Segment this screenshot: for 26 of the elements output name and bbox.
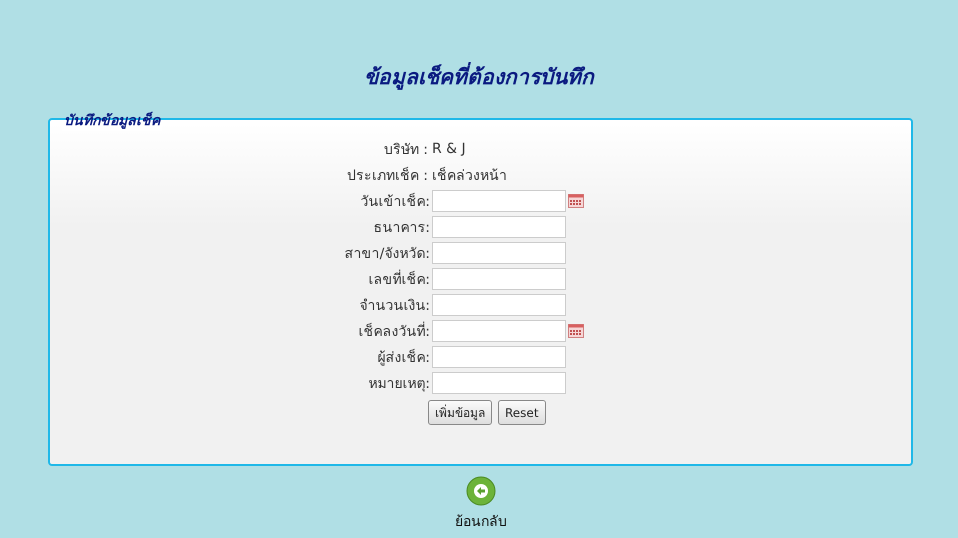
- field-label: สาขา/จังหวัด:: [344, 245, 431, 264]
- field-label: เลขที่เช็ค:: [50, 268, 432, 290]
- info-value: เช็คล่วงหน้า: [432, 166, 508, 186]
- info-value: R & J: [432, 141, 467, 157]
- field-label: เช็คลงวันที่:: [50, 320, 432, 342]
- add-button[interactable]: เพิ่มข้อมูล: [428, 400, 492, 425]
- info-label: บริษัท :: [382, 141, 429, 160]
- field-label: ผู้ส่งเช็ค:: [376, 348, 431, 368]
- info-label: ประเภทเช็ค :: [346, 166, 429, 186]
- calendar-icon[interactable]: [568, 324, 584, 338]
- page-title: ข้อมูลเช็คที่ต้องการบันทึก: [0, 0, 958, 94]
- input-field[interactable]: [432, 372, 566, 394]
- back-link[interactable]: ย้อนกลับ: [455, 510, 507, 532]
- input-field[interactable]: [432, 242, 566, 264]
- field-label: จำนวนเงิน:: [358, 297, 431, 316]
- input-field[interactable]: [432, 320, 566, 342]
- calendar-icon[interactable]: [568, 194, 584, 208]
- input-field[interactable]: [432, 216, 566, 238]
- input-field[interactable]: [432, 346, 566, 368]
- field-label: ธนาคาร:: [372, 219, 431, 238]
- field-label: หมายเหตุ:: [367, 375, 431, 394]
- reset-button[interactable]: Reset: [498, 400, 546, 425]
- input-field[interactable]: [432, 268, 566, 290]
- input-field[interactable]: [432, 294, 566, 316]
- field-label: วันเข้าเช็ค:: [359, 192, 431, 212]
- input-field[interactable]: [432, 190, 566, 212]
